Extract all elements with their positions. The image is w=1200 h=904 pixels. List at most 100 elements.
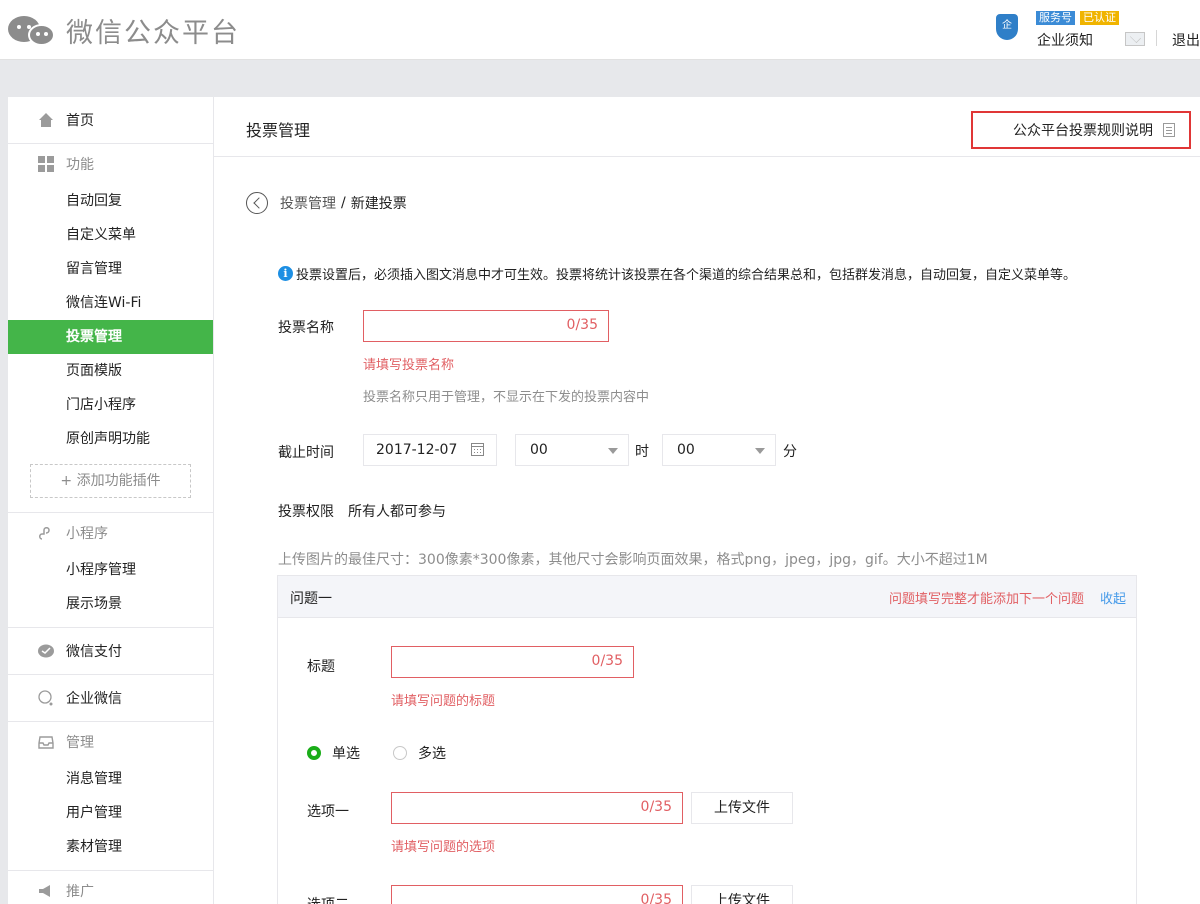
sidebar-item-user-manage[interactable]: 用户管理 (8, 796, 213, 830)
breadcrumb-separator: / (341, 195, 346, 211)
minute-unit: 分 (783, 444, 797, 460)
question-title-input[interactable]: 0/35 (391, 646, 634, 678)
back-icon[interactable] (246, 192, 268, 214)
deadline-minute-value: 00 (677, 442, 695, 458)
sidebar-item-original-declaration[interactable]: 原创声明功能 (8, 422, 213, 456)
permission-label: 投票权限 (278, 504, 334, 520)
calendar-icon (471, 443, 484, 456)
sidebar-group-label: 管理 (66, 735, 94, 751)
chevron-down-icon (755, 448, 765, 454)
sidebar-group-label: 推广 (66, 884, 94, 900)
vote-notice: i 投票设置后，必须插入图文消息中才可生效。投票将统计该投票在各个渠道的综合结果… (278, 264, 1076, 283)
account-name[interactable]: 企业须知 (1037, 30, 1093, 50)
sidebar-item-auto-reply[interactable]: 自动回复 (8, 184, 213, 218)
option2-label: 选项二 (307, 894, 349, 904)
sidebar-item-wechat-pay[interactable]: 微信支付 (8, 628, 213, 674)
deadline-date-picker[interactable]: 2017-12-07 (363, 434, 497, 466)
mail-icon[interactable] (1125, 32, 1145, 46)
question-title-error: 请填写问题的标题 (391, 694, 496, 709)
option1-label: 选项一 (307, 804, 349, 820)
radio-checked-icon (307, 746, 321, 760)
question-warning: 问题填写完整才能添加下一个问题 (888, 592, 1084, 607)
option2-upload-button[interactable]: 上传文件 (691, 885, 793, 904)
hour-unit: 时 (635, 444, 649, 460)
sidebar: 首页 功能 自动回复 自定义菜单 留言管理 微信连Wi-Fi 投票管理 页面模版… (8, 97, 214, 904)
sidebar-item-comments[interactable]: 留言管理 (8, 252, 213, 286)
verified-badge: 已认证 (1080, 11, 1119, 25)
radio-single-label: 单选 (332, 746, 360, 762)
option1-counter: 0/35 (640, 799, 672, 815)
option1-input[interactable]: 0/35 (391, 792, 683, 824)
work-wechat-icon (38, 690, 54, 706)
permission-value: 所有人都可参与 (348, 504, 446, 520)
add-plugin-button[interactable]: + 添加功能插件 (30, 464, 191, 498)
wechat-pay-icon (38, 643, 54, 659)
vote-name-hint: 投票名称只用于管理，不显示在下发的投票内容中 (363, 390, 650, 405)
option2-counter: 0/35 (640, 892, 672, 904)
chevron-down-icon (608, 448, 618, 454)
question-card: 问题一 问题填写完整才能添加下一个问题 收起 标题 0/35 请填写问题的标题 … (277, 575, 1137, 904)
logo[interactable]: 微信公众平台 (8, 10, 240, 50)
vote-rules-label: 公众平台投票规则说明 (1013, 123, 1153, 139)
main-header: 投票管理 公众平台投票规则说明 (214, 97, 1200, 157)
sidebar-item-home[interactable]: 首页 (8, 97, 213, 143)
page-title: 投票管理 (246, 121, 311, 140)
upload-size-hint: 上传图片的最佳尺寸：300像素*300像素，其他尺寸会影响页面效果，格式png，… (278, 552, 988, 568)
breadcrumb-current: 新建投票 (350, 196, 407, 212)
option1-error: 请填写问题的选项 (391, 840, 496, 855)
megaphone-icon (38, 883, 54, 899)
vote-name-input[interactable]: 0/35 (363, 310, 609, 342)
sidebar-item-custom-menu[interactable]: 自定义菜单 (8, 218, 213, 252)
sidebar-item-vote-management[interactable]: 投票管理 (8, 320, 213, 354)
question-title: 问题一 (290, 591, 332, 607)
service-account-badge: 服务号 (1036, 11, 1075, 25)
sidebar-group-promote: 推广 (8, 871, 213, 904)
miniprogram-icon (38, 525, 54, 541)
sidebar-group-label: 小程序 (66, 526, 108, 542)
header-divider (1156, 30, 1157, 46)
question-title-label: 标题 (307, 659, 335, 675)
question-title-counter: 0/35 (591, 653, 623, 669)
top-bar: 微信公众平台 企 服务号 已认证 企业须知 退出 (0, 0, 1200, 60)
radio-single-choice[interactable]: 单选 (307, 743, 360, 763)
grid-icon (38, 156, 54, 172)
logout-link[interactable]: 退出 (1172, 30, 1200, 50)
sidebar-item-material-manage[interactable]: 素材管理 (8, 830, 213, 864)
sidebar-item-page-templates[interactable]: 页面模版 (8, 354, 213, 388)
sidebar-item-work-wechat[interactable]: 企业微信 (8, 675, 213, 721)
wechat-logo-icon (8, 10, 58, 50)
sidebar-item-message-manage[interactable]: 消息管理 (8, 762, 213, 796)
notice-text: 投票设置后，必须插入图文消息中才可生效。投票将统计该投票在各个渠道的综合结果总和… (296, 268, 1077, 283)
sidebar-item-wifi[interactable]: 微信连Wi-Fi (8, 286, 213, 320)
question-header: 问题一 问题填写完整才能添加下一个问题 收起 (278, 576, 1136, 618)
sidebar-item-miniprogram-manage[interactable]: 小程序管理 (8, 553, 213, 587)
radio-multi-choice[interactable]: 多选 (393, 743, 446, 763)
app-title: 微信公众平台 (66, 17, 240, 49)
collapse-link[interactable]: 收起 (1100, 588, 1126, 607)
vote-name-label: 投票名称 (278, 320, 334, 336)
vote-name-error: 请填写投票名称 (363, 358, 455, 373)
main-panel: 投票管理 公众平台投票规则说明 投票管理 / 新建投票 i 投票设置后，必须插入… (214, 97, 1200, 904)
enterprise-shield-icon[interactable]: 企 (996, 14, 1018, 40)
sidebar-item-label: 微信支付 (66, 644, 122, 660)
sidebar-item-store-miniprogram[interactable]: 门店小程序 (8, 388, 213, 422)
sidebar-group-features: 功能 (8, 144, 213, 184)
breadcrumb: 投票管理 / 新建投票 (246, 192, 407, 214)
vote-name-counter: 0/35 (566, 317, 598, 333)
deadline-label: 截止时间 (278, 445, 334, 461)
document-icon (1163, 123, 1175, 137)
deadline-hour-select[interactable]: 00 (515, 434, 629, 466)
sidebar-item-display-scenes[interactable]: 展示场景 (8, 587, 213, 621)
option2-input[interactable]: 0/35 (391, 885, 683, 904)
sidebar-item-label: 企业微信 (66, 691, 122, 707)
vote-rules-link[interactable]: 公众平台投票规则说明 (971, 111, 1191, 149)
option1-upload-button[interactable]: 上传文件 (691, 792, 793, 824)
breadcrumb-parent[interactable]: 投票管理 (280, 193, 336, 213)
deadline-minute-select[interactable]: 00 (662, 434, 776, 466)
inbox-icon (38, 734, 54, 750)
radio-multi-label: 多选 (418, 746, 446, 762)
radio-unchecked-icon (393, 746, 407, 760)
sidebar-group-miniprogram: 小程序 (8, 513, 213, 553)
sidebar-group-manage: 管理 (8, 722, 213, 762)
info-icon: i (278, 266, 293, 281)
